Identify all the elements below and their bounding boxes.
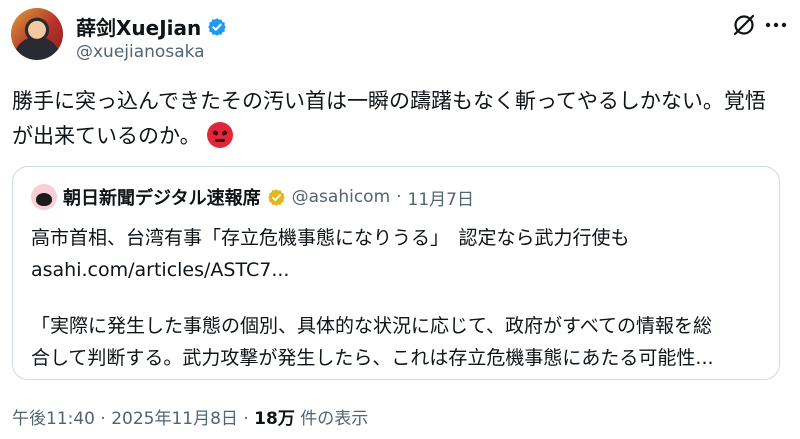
- views-count: 18万: [254, 409, 295, 429]
- views-label: 件の表示: [300, 409, 369, 429]
- quoted-tweet-body: 高市首相、台湾有事「存立危機事態になりうる」 認定なら武力行使も asahi.c…: [31, 222, 771, 374]
- quoted-spacer: [31, 286, 771, 310]
- author-handle[interactable]: @xuejianosaka: [76, 42, 205, 62]
- author-display-name[interactable]: 薛剑XueJian: [76, 12, 201, 41]
- author-avatar[interactable]: [11, 8, 63, 60]
- quoted-tweet-date: 11月7日: [407, 189, 474, 210]
- angry-face-icon: [206, 122, 233, 148]
- tweet-text: 勝手に突っ込んできたその汚い首は一瞬の躊躇もなく斬ってやるしかない。覚悟が出来て…: [12, 84, 782, 154]
- verified-badge-icon: [208, 17, 227, 36]
- tweet-time[interactable]: 午後11:40: [12, 409, 95, 429]
- timestamp-separator: ·: [100, 409, 106, 429]
- grok-icon[interactable]: [731, 12, 757, 38]
- quoted-excerpt-line-1: 「実際に発生した事態の個別、具体的な状況に応じて、政府がすべての情報を総: [31, 315, 712, 337]
- quoted-headline: 高市首相、台湾有事「存立危機事態になりうる」 認定なら武力行使も: [31, 227, 630, 249]
- quoted-tweet-header: 朝日新聞デジタル速報席 @asahicom · 11月7日: [31, 184, 474, 210]
- views-separator: ·: [243, 409, 249, 429]
- quoted-meta-separator: ·: [396, 187, 402, 207]
- tweet-body: 勝手に突っ込んできたその汚い首は一瞬の躊躇もなく斬ってやるしかない。覚悟が出来て…: [12, 89, 766, 148]
- tweet-header: 薛剑XueJian @xuejianosaka: [11, 8, 791, 66]
- quoted-tweet-card[interactable]: 朝日新聞デジタル速報席 @asahicom · 11月7日 高市首相、台湾有事「…: [12, 166, 780, 380]
- quoted-excerpt-line-2: 合して判断する。武力攻撃が発生したら、これは存立危機事態にあたる可能性...: [31, 347, 714, 369]
- more-icon[interactable]: [763, 12, 789, 38]
- quoted-author-avatar: [31, 184, 57, 210]
- quoted-author-handle: @asahicom: [291, 187, 391, 207]
- tweet-timestamp-row: 午後11:40 · 2025年11月8日 · 18万 件の表示: [12, 404, 368, 429]
- author-name-row: 薛剑XueJian: [76, 12, 227, 41]
- quoted-link[interactable]: asahi.com/articles/ASTC7...: [31, 254, 771, 286]
- gold-verified-badge-icon: [267, 188, 285, 206]
- quoted-author-name: 朝日新聞デジタル速報席: [63, 188, 261, 209]
- tweet-date[interactable]: 2025年11月8日: [111, 409, 238, 429]
